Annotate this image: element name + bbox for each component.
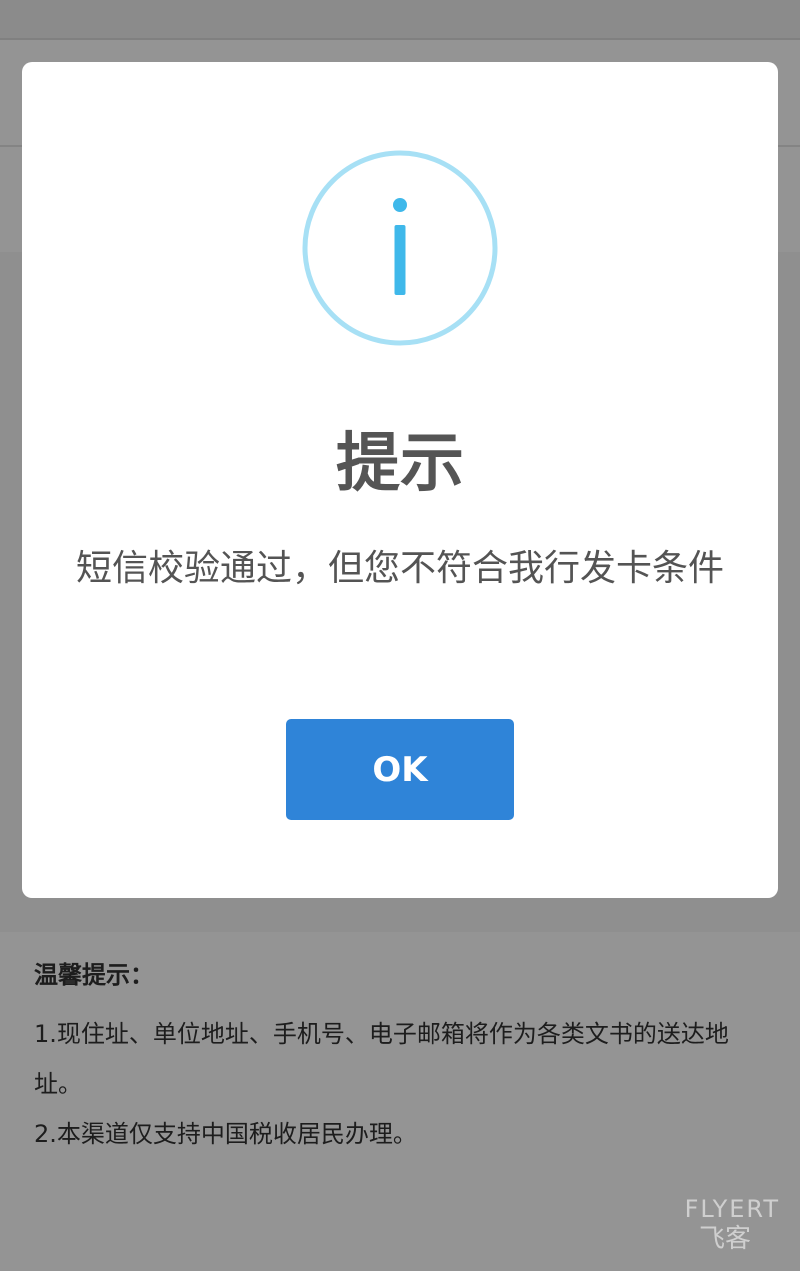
info-icon [302, 150, 498, 346]
ok-button[interactable]: OK [286, 719, 514, 820]
dialog-message: 短信校验通过，但您不符合我行发卡条件 [75, 548, 724, 589]
watermark-logo: FLYERT 飞客 [650, 1195, 780, 1257]
dialog-title: 提示 [336, 427, 464, 501]
watermark-brand: FLYERT [684, 1195, 780, 1223]
watermark-sub: 飞客 [698, 1224, 751, 1254]
app-root: 温馨提示： 1.现住址、单位地址、手机号、电子邮箱将作为各类文书的送达地址。 2… [0, 0, 800, 1271]
alert-dialog: 提示 短信校验通过，但您不符合我行发卡条件 OK [22, 62, 778, 898]
